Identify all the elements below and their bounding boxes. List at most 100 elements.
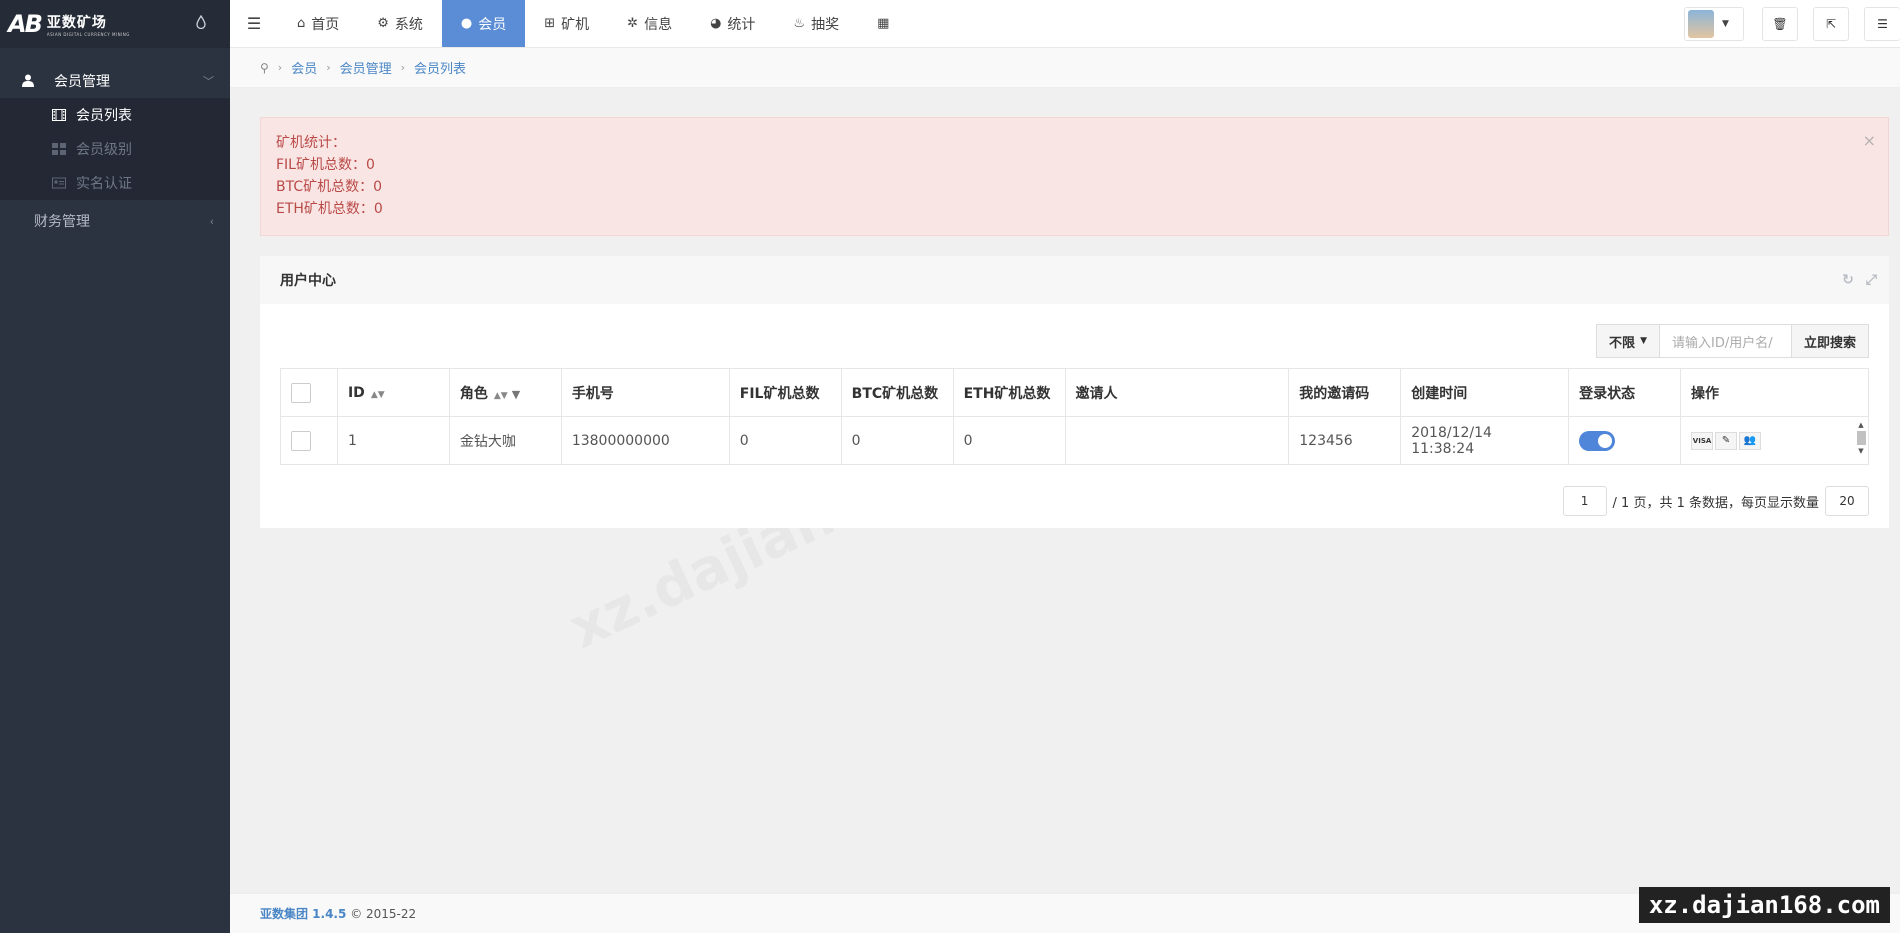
footer-brand[interactable]: 亚数集团 1.4.5 — [260, 905, 346, 922]
map-marker-icon: ⚲ — [260, 60, 269, 75]
pagination-summary: / 1 页，共 1 条数据，每页显示数量 — [1612, 495, 1819, 511]
column-header-actions: 操作 — [1680, 368, 1869, 417]
cell-created: 2018/12/14 11:38:24 — [1400, 416, 1570, 465]
clear-cache-button[interactable]: 🗑 — [1762, 7, 1798, 41]
close-icon[interactable]: × — [1863, 130, 1876, 152]
column-header-role[interactable]: 角色 ▲▼ ▼ — [448, 368, 562, 417]
logo[interactable]: AB 亚数矿场 ASIAN DIGITAL CURRENCY MINING — [8, 10, 130, 38]
cell-id: 1 — [336, 416, 450, 465]
user-center-panel: 用户中心 ↻ ⤢ 不限 ▼ 请输入ID/用户名/ 立即搜索 ID ▲▼ 角色 ▲▼ ▼ … — [260, 256, 1889, 528]
cell-btc: 0 — [840, 416, 954, 465]
money-icon: ♨ — [793, 16, 806, 31]
sidebar-item-member-level[interactable]: 会员级别 — [0, 132, 230, 166]
nav-member[interactable]: ● 会员 — [441, 0, 526, 47]
table-scrollbar[interactable]: ▲ ▼ — [1856, 421, 1866, 461]
nav-lottery[interactable]: ♨ 抽奖 — [774, 0, 858, 47]
avatar — [1688, 10, 1714, 38]
logo-subtitle: ASIAN DIGITAL CURRENCY MINING — [46, 31, 130, 37]
sidebar-item-label: 会员列表 — [76, 108, 132, 124]
sidebar-group-finance[interactable]: 财务管理 ‹ — [0, 204, 230, 238]
alert-line: BTC矿机总数：0 — [276, 179, 383, 195]
select-all-checkbox[interactable] — [291, 382, 311, 403]
sidebar-item-realname[interactable]: 实名认证 — [0, 166, 230, 200]
table-header-row: ID ▲▼ 角色 ▲▼ ▼ 手机号 FIL矿机总数 BTC矿机总数 ETH矿机总数 邀… — [280, 368, 1869, 417]
breadcrumb: ⚲ › 会员 › 会员管理 › 会员列表 — [230, 48, 1900, 88]
nav-home[interactable]: ⌂ 首页 — [278, 0, 358, 47]
nav-apps[interactable]: ▦ — [858, 0, 914, 47]
nav-info[interactable]: ✲ 信息 — [608, 0, 691, 47]
external-link-icon: ⇱ — [1825, 17, 1837, 31]
alert-line: ETH矿机总数：0 — [276, 201, 383, 217]
cell-inviter — [1064, 416, 1290, 465]
sidebar-group-member[interactable]: 会员管理 ﹀ — [0, 64, 230, 98]
visa-card-icon[interactable]: VISA — [1691, 431, 1714, 450]
column-header-invite-code: 我的邀请码 — [1288, 368, 1402, 417]
users-icon[interactable]: 👥 — [1739, 431, 1762, 450]
home-icon: ⌂ — [297, 16, 306, 31]
sidebar-menu: 会员管理 ﹀ 会员列表 会员级别 实名认证 财务管理 ‹ — [0, 64, 230, 238]
login-status-toggle[interactable] — [1579, 430, 1616, 451]
yelp-icon: ✲ — [627, 16, 639, 31]
menu-toggle-icon[interactable]: ☰ — [230, 0, 278, 47]
column-header-fil: FIL矿机总数 — [728, 368, 842, 417]
row-actions: VISA ✎ 👥 — [1691, 431, 1858, 450]
column-header-created: 创建时间 — [1400, 368, 1570, 417]
column-header-eth: ETH矿机总数 — [952, 368, 1066, 417]
page-size-input[interactable]: 20 — [1825, 486, 1869, 516]
list-icon: ☰ — [1877, 17, 1888, 31]
search-input[interactable]: 请输入ID/用户名/ — [1659, 324, 1792, 358]
breadcrumb-item[interactable]: 会员 — [291, 58, 317, 77]
member-table: ID ▲▼ 角色 ▲▼ ▼ 手机号 FIL矿机总数 BTC矿机总数 ETH矿机总数 邀… — [280, 368, 1869, 465]
open-site-button[interactable]: ⇱ — [1813, 7, 1849, 41]
theme-drop-icon[interactable] — [196, 15, 206, 29]
filter-icon[interactable]: ▼ — [512, 388, 520, 401]
gear-icon: ⚙ — [377, 16, 389, 31]
panel-header: 用户中心 ↻ ⤢ — [260, 256, 1889, 304]
user-icon: ● — [460, 16, 473, 31]
grid-icon — [52, 143, 66, 155]
sidebar-group-label: 财务管理 — [34, 214, 90, 230]
logo-mark: AB — [8, 10, 43, 38]
column-header-phone: 手机号 — [560, 368, 730, 417]
nav-miner[interactable]: ⊞ 矿机 — [525, 0, 608, 47]
footer-copyright: © 2015-22 — [350, 906, 417, 921]
search-bar: 不限 ▼ 请输入ID/用户名/ 立即搜索 — [1596, 324, 1869, 358]
cell-fil: 0 — [728, 416, 842, 465]
sidebar-submenu: 会员列表 会员级别 实名认证 — [0, 98, 230, 200]
row-checkbox[interactable] — [291, 430, 311, 451]
nav-stats[interactable]: ◕ 统计 — [691, 0, 774, 47]
alert-line: 矿机统计： — [276, 135, 346, 151]
chevron-down-icon: ﹀ — [203, 75, 214, 88]
film-icon — [52, 109, 66, 121]
column-header-inviter: 邀请人 — [1064, 368, 1290, 417]
nav-system[interactable]: ⚙ 系统 — [358, 0, 442, 47]
logo-title: 亚数矿场 — [46, 14, 107, 31]
caret-down-icon: ▼ — [1640, 336, 1647, 346]
settings-panel-button[interactable]: ☰ — [1864, 7, 1900, 41]
fullscreen-icon[interactable]: ⤢ — [1866, 272, 1877, 288]
sort-icon[interactable]: ▲▼ — [494, 391, 508, 401]
id-card-icon — [52, 177, 66, 189]
refresh-icon[interactable]: ↻ — [1842, 272, 1854, 288]
edit-pencil-icon[interactable]: ✎ — [1715, 431, 1738, 450]
sidebar-item-member-list[interactable]: 会员列表 — [0, 98, 230, 132]
search-scope-dropdown[interactable]: 不限 ▼ — [1596, 324, 1660, 358]
site-watermark: xz.dajian168.com — [1638, 887, 1890, 923]
column-header-id[interactable]: ID ▲▼ — [336, 368, 450, 417]
column-header-btc: BTC矿机总数 — [840, 368, 954, 417]
page-number-input[interactable]: 1 — [1562, 486, 1607, 516]
cell-eth: 0 — [952, 416, 1066, 465]
breadcrumb-item[interactable]: 会员管理 — [340, 58, 392, 77]
chevron-left-icon: ‹ — [209, 214, 214, 228]
miner-stats-alert: 矿机统计： FIL矿机总数：0 BTC矿机总数：0 ETH矿机总数：0 × — [260, 117, 1889, 236]
search-button[interactable]: 立即搜索 — [1791, 324, 1869, 358]
breadcrumb-item[interactable]: 会员列表 — [414, 58, 466, 77]
trash-icon: 🗑 — [1772, 17, 1788, 31]
cell-phone: 13800000000 — [560, 416, 730, 465]
pagination: 1 / 1 页，共 1 条数据，每页显示数量 20 — [1562, 486, 1869, 516]
cell-invite-code: 123456 — [1288, 416, 1402, 465]
sort-icon[interactable]: ▲▼ — [371, 390, 385, 400]
panel-title: 用户中心 — [280, 273, 336, 289]
user-menu-button[interactable]: ▼ — [1684, 7, 1744, 41]
sidebar-item-label: 实名认证 — [76, 176, 132, 192]
